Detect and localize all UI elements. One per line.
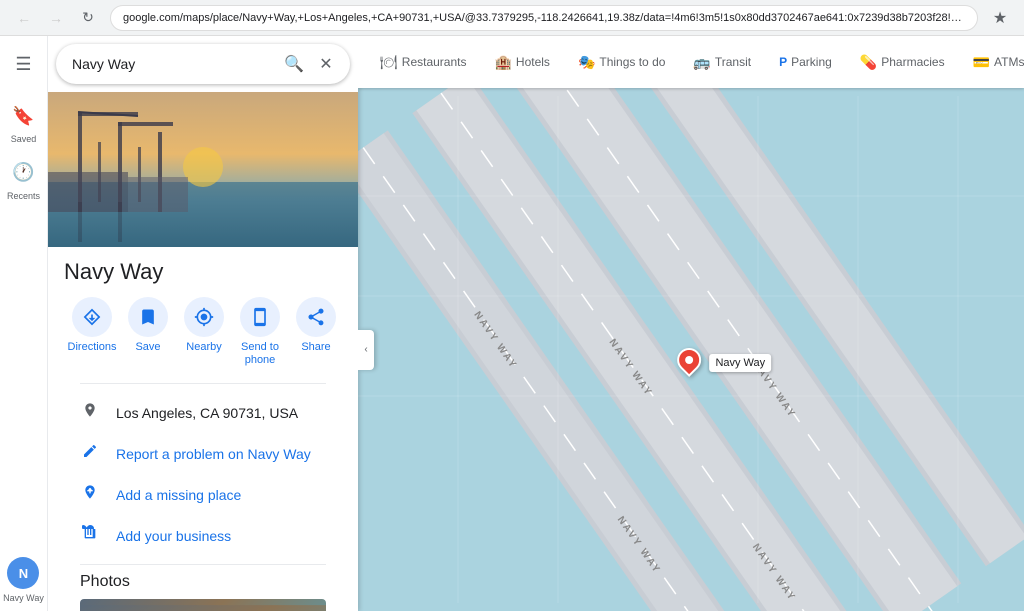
address-text: Los Angeles, CA 90731, USA [116, 405, 298, 421]
location-pin-icon [80, 402, 100, 423]
hero-svg [48, 92, 358, 247]
collapse-handle[interactable]: ‹ [358, 330, 374, 370]
share-icon [296, 297, 336, 337]
maps-toolbar: 🍽 Restaurants 🏨 Hotels 🎭 Things to do 🚌 … [358, 36, 1024, 88]
action-buttons: Directions Save Nearby [64, 297, 342, 367]
panel: 🔍 ✕ [48, 36, 358, 611]
toolbar-restaurants-button[interactable]: 🍽 Restaurants [370, 48, 476, 77]
toolbar-atms-button[interactable]: 💳 ATMs [963, 48, 1024, 77]
parking-icon: P [779, 55, 787, 69]
url-text: google.com/maps/place/Navy+Way,+Los+Ange… [123, 12, 965, 24]
directions-button[interactable]: Directions [64, 297, 120, 367]
pharmacies-icon: 💊 [860, 54, 877, 71]
map-area[interactable]: 🍽 Restaurants 🏨 Hotels 🎭 Things to do 🚌 … [358, 36, 1024, 611]
close-button[interactable]: ✕ [310, 48, 342, 80]
share-label: Share [301, 341, 330, 354]
save-label: Save [135, 341, 160, 354]
toolbar-transit-button[interactable]: 🚌 Transit [683, 48, 761, 77]
hotels-label: Hotels [516, 55, 550, 69]
recents-icon: 🕐 [12, 162, 34, 183]
things-to-do-icon: 🎭 [578, 54, 595, 71]
back-button[interactable]: ← [10, 4, 38, 32]
add-business-row[interactable]: Add your business [64, 515, 342, 556]
add-business-text: Add your business [116, 528, 231, 544]
address-row[interactable]: Los Angeles, CA 90731, USA [64, 392, 342, 433]
transit-icon: 🚌 [693, 54, 710, 71]
toolbar-pharmacies-button[interactable]: 💊 Pharmacies [850, 48, 955, 77]
forward-button[interactable]: → [42, 4, 70, 32]
collapse-chevron-icon: ‹ [364, 344, 367, 355]
search-button[interactable]: 🔍 [278, 48, 310, 80]
recents-label: Recents [7, 191, 40, 202]
add-missing-place-row[interactable]: Add a missing place [64, 474, 342, 515]
photo-thumbnail[interactable]: Photos [80, 599, 326, 611]
avatar-letter: N [19, 566, 28, 581]
report-problem-text: Report a problem on Navy Way [116, 446, 311, 462]
pin-dot [672, 343, 706, 377]
photos-section: Photos [64, 565, 342, 611]
pin-shape [677, 348, 701, 376]
sidebar: ☰ 🔖 Saved 🕐 Recents N Navy Way [0, 36, 48, 611]
reload-button[interactable]: ↻ [74, 4, 102, 32]
send-to-phone-icon [240, 297, 280, 337]
sidebar-item-recents[interactable]: 🕐 Recents [2, 153, 46, 206]
atms-label: ATMs [994, 55, 1024, 69]
toolbar-hotels-button[interactable]: 🏨 Hotels [484, 48, 559, 77]
pin-inner [684, 354, 695, 365]
restaurants-label: Restaurants [402, 55, 467, 69]
recents-icon-wrap: 🕐 [8, 157, 40, 189]
send-to-phone-label: Send to phone [232, 341, 288, 367]
send-to-phone-button[interactable]: Send to phone [232, 297, 288, 367]
pin-label: Navy Way [709, 354, 771, 372]
report-problem-row[interactable]: Report a problem on Navy Way [64, 433, 342, 474]
avatar[interactable]: N [7, 557, 39, 589]
menu-icon: ☰ [15, 54, 31, 75]
hotels-icon: 🏨 [494, 54, 511, 71]
sidebar-avatar-section: N Navy Way [3, 557, 44, 603]
photos-title: Photos [80, 573, 326, 591]
info-section: Los Angeles, CA 90731, USA Report a prob… [64, 384, 342, 564]
add-place-icon [80, 484, 100, 505]
transit-label: Transit [715, 55, 751, 69]
nav-buttons: ← → ↻ [10, 4, 102, 32]
place-title: Navy Way [64, 259, 342, 285]
nearby-button[interactable]: Nearby [176, 297, 232, 367]
search-input[interactable] [72, 56, 278, 72]
save-icon [128, 297, 168, 337]
close-icon: ✕ [319, 54, 332, 74]
saved-icon-wrap: 🔖 [8, 100, 40, 132]
parking-label: Parking [791, 55, 832, 69]
menu-button[interactable]: ☰ [4, 44, 44, 84]
directions-label: Directions [68, 341, 117, 354]
sidebar-item-saved[interactable]: 🔖 Saved [2, 96, 46, 149]
map-canvas[interactable]: NAVY WAY NAVY WAY NAVY WAY NAVY WAY NAVY… [358, 88, 1024, 611]
directions-icon [72, 297, 112, 337]
atms-icon: 💳 [973, 54, 990, 71]
toolbar-parking-button[interactable]: P Parking [769, 49, 842, 75]
nearby-label: Nearby [186, 341, 221, 354]
business-icon [80, 525, 100, 546]
photo-svg [80, 599, 326, 611]
pharmacies-label: Pharmacies [881, 55, 944, 69]
place-info: Navy Way Directions Save [48, 247, 358, 611]
toolbar-things-to-do-button[interactable]: 🎭 Things to do [568, 48, 675, 77]
browser-chrome: ← → ↻ google.com/maps/place/Navy+Way,+Lo… [0, 0, 1024, 36]
things-to-do-label: Things to do [599, 55, 665, 69]
nearby-icon [184, 297, 224, 337]
hero-image[interactable] [48, 92, 358, 247]
edit-icon [80, 443, 100, 464]
map-pin: Navy Way [677, 348, 771, 376]
bookmark-icon: 🔖 [12, 106, 34, 127]
saved-label: Saved [11, 134, 37, 145]
search-icon: 🔍 [284, 54, 304, 74]
save-button[interactable]: Save [120, 297, 176, 367]
share-button[interactable]: Share [288, 297, 344, 367]
search-bar: 🔍 ✕ [56, 44, 350, 84]
address-bar[interactable]: google.com/maps/place/Navy+Way,+Los+Ange… [110, 5, 978, 31]
bookmark-button[interactable]: ★ [986, 4, 1014, 32]
restaurants-icon: 🍽 [380, 54, 398, 71]
add-missing-place-text: Add a missing place [116, 487, 241, 503]
avatar-place-label: Navy Way [3, 593, 44, 603]
app-container: ☰ 🔖 Saved 🕐 Recents N Navy Way 🔍 [0, 36, 1024, 611]
